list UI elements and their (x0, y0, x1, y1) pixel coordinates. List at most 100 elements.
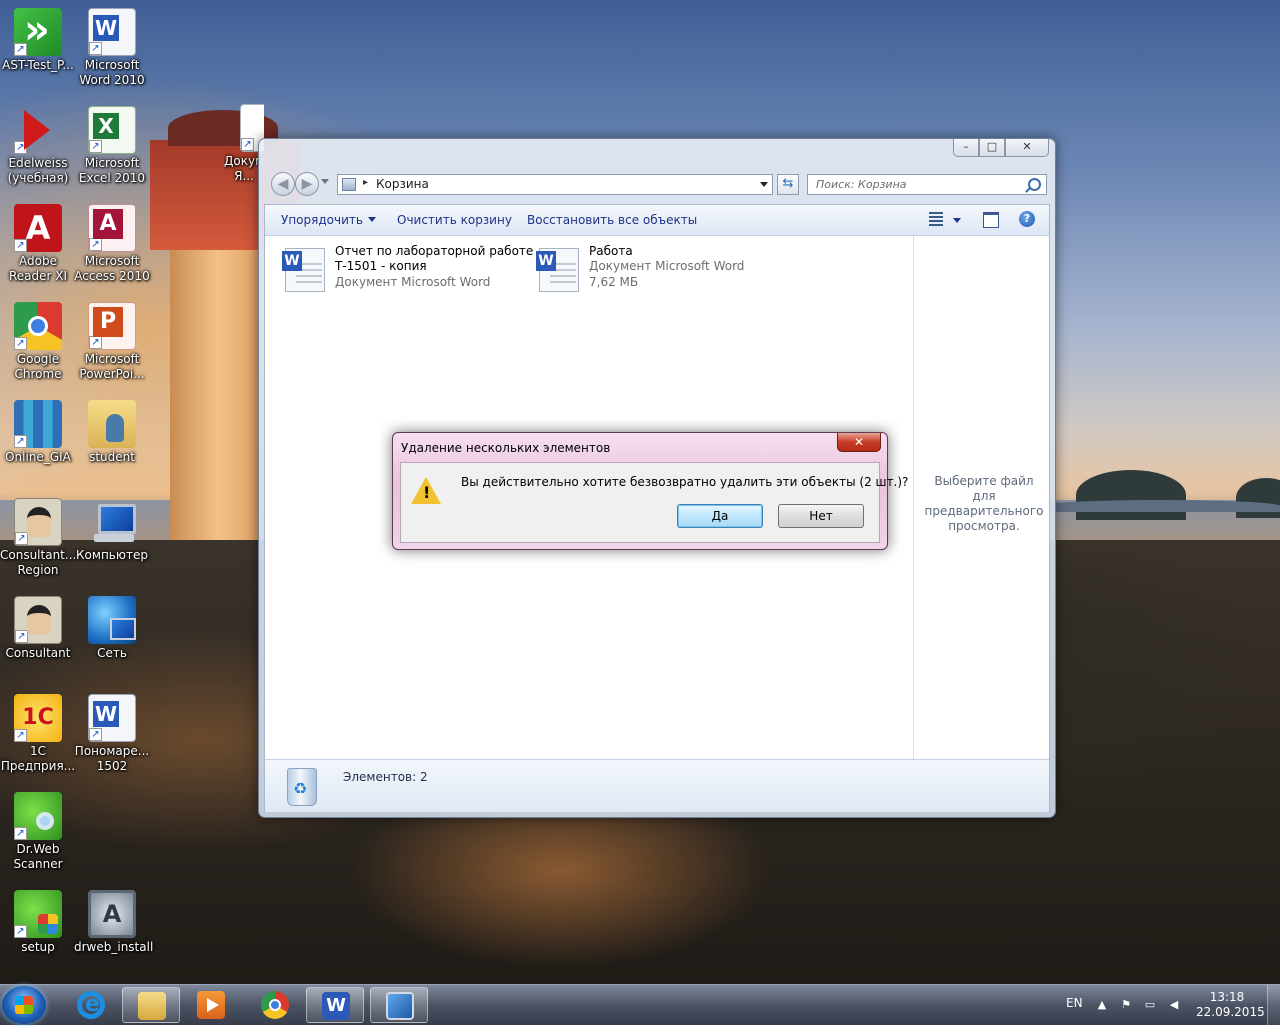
navigation-bar: ◀ ▶ ▸ Корзина ⇆ Поиск: Корзина (267, 171, 1051, 197)
restore-all-button[interactable]: Восстановить все объекты (527, 213, 697, 227)
back-button[interactable]: ◀ (271, 172, 295, 196)
breadcrumb-location[interactable]: Корзина (376, 177, 429, 191)
maximize-button[interactable]: □ (979, 139, 1005, 157)
dialog-close-button[interactable]: ✕ (837, 433, 881, 452)
desktop-icon-student[interactable]: student (74, 400, 150, 465)
wallpaper-island (1040, 500, 1280, 512)
desktop-icon-label: Microsoft Excel 2010 (78, 156, 146, 185)
preview-placeholder-text: Выберите файл для предварительного просм… (924, 474, 1044, 533)
power-icon[interactable]: ▭ (1144, 999, 1156, 1011)
organize-menu[interactable]: Упорядочить (281, 213, 376, 227)
wallpaper-island (1076, 470, 1186, 520)
minimize-button[interactable]: – (953, 139, 979, 157)
desktop-icon-ponomarev-doc[interactable]: ↗ Пономаре... 1502 (74, 694, 150, 774)
clock[interactable]: 13:18 22.09.2015 (1196, 990, 1265, 1020)
empty-bin-button[interactable]: Очистить корзину (397, 213, 512, 227)
desktop-icon-label: Microsoft PowerPoi... (79, 352, 145, 381)
search-input[interactable]: Поиск: Корзина (807, 174, 1047, 195)
word-icon: ↗ (88, 8, 136, 56)
file-size: 7,62 МБ (589, 275, 639, 289)
view-options-chevron-icon[interactable] (953, 218, 961, 223)
organize-label: Упорядочить (281, 213, 363, 227)
desktop-icon-label: Dr.Web Scanner (13, 842, 63, 871)
desktop-icon-network[interactable]: Сеть (74, 596, 150, 661)
desktop-icon-excel[interactable]: ↗ Microsoft Excel 2010 (74, 106, 150, 186)
drweb-install-icon (88, 890, 136, 938)
taskbar-word[interactable]: W (306, 987, 364, 1023)
file-name-line: Т-1501 - копия (335, 259, 427, 273)
folder-icon (138, 992, 166, 1020)
desktop-icon-word[interactable]: ↗ Microsoft Word 2010 (74, 8, 150, 88)
powerpoint-icon: ↗ (88, 302, 136, 350)
language-indicator[interactable]: EN (1066, 996, 1083, 1036)
preview-pane: Выберите файл для предварительного просм… (913, 236, 1049, 759)
start-button[interactable] (2, 986, 46, 1024)
desktop-icon-ast-test[interactable]: ↗ AST-Test_P... (0, 8, 76, 73)
item-count: Элементов: 2 (343, 770, 428, 784)
clock-date: 22.09.2015 (1196, 1005, 1265, 1019)
word-doc-icon: ↗ (88, 694, 136, 742)
close-button[interactable]: ✕ (1005, 139, 1049, 157)
file-type: Документ Microsoft Word (589, 259, 745, 273)
consultant-icon: ↗ (14, 498, 62, 546)
forward-button[interactable]: ▶ (295, 172, 319, 196)
desktop-icon-drweb-scanner[interactable]: ↗ Dr.Web Scanner (0, 792, 76, 872)
volume-icon[interactable]: ◀ (1168, 999, 1180, 1011)
chevron-down-icon (367, 217, 376, 222)
recent-pages-chevron-icon[interactable] (321, 179, 329, 184)
desktop-icon-drweb-install[interactable]: drweb_install (74, 890, 154, 955)
desktop-icon-setup[interactable]: ↗ setup (0, 890, 76, 955)
desktop-icon-label: Consultant (5, 646, 71, 660)
taskbar-internet-explorer[interactable] (62, 987, 120, 1023)
show-hidden-icons-icon[interactable]: ▲ (1096, 999, 1108, 1011)
address-dropdown-icon[interactable] (760, 182, 768, 187)
desktop-icon-1c[interactable]: ↗ 1С Предприя... (0, 694, 76, 774)
taskbar-remote-desktop[interactable] (370, 987, 428, 1023)
desktop-icon-label: Edelweiss (учебная) (7, 156, 69, 185)
desktop-icon-label: drweb_install (74, 940, 154, 954)
file-item-report[interactable]: Отчет по лабораторной работе Т-1501 - ко… (282, 244, 533, 300)
warning-icon (411, 477, 441, 504)
desktop-icon-consultant-region[interactable]: ↗ Consultant... Region (0, 498, 76, 578)
desktop-icon-chrome[interactable]: ↗ Google Chrome (0, 302, 76, 382)
file-name: Отчет по лабораторной работе Т-1501 - ко… (335, 244, 533, 274)
desktop-icon-access[interactable]: ↗ Microsoft Access 2010 (74, 204, 150, 284)
preview-pane-icon[interactable] (983, 212, 999, 228)
desktop-icon-consultant[interactable]: ↗ Consultant (0, 596, 76, 661)
desktop-icon-edelweiss[interactable]: ↗ Edelweiss (учебная) (0, 106, 76, 186)
desktop-icon-adobe-reader[interactable]: ↗ Adobe Reader XI (0, 204, 76, 284)
window-controls: – □ ✕ (953, 139, 1049, 159)
file-name-line: Отчет по лабораторной работе (335, 244, 534, 258)
taskbar-file-explorer[interactable] (122, 987, 180, 1023)
change-view-icon[interactable] (929, 212, 943, 226)
desktop-icon-powerpoint[interactable]: ↗ Microsoft PowerPoi... (74, 302, 150, 382)
help-icon[interactable]: ? (1019, 211, 1035, 227)
file-type: Документ Microsoft Word (335, 275, 491, 289)
desktop-icon-label: Adobe Reader XI (8, 254, 68, 283)
forward-arrow-icon: ▶ (301, 176, 313, 192)
desktop-icon-computer[interactable]: Компьютер (74, 498, 150, 563)
edelweiss-icon: ↗ (14, 106, 62, 154)
media-player-icon (197, 991, 225, 1019)
1c-icon: ↗ (14, 694, 62, 742)
drweb-scanner-icon: ↗ (14, 792, 62, 840)
desktop-icon-label: 1С Предприя... (0, 744, 76, 773)
refresh-button[interactable]: ⇆ (777, 174, 799, 195)
show-desktop-button[interactable] (1267, 985, 1280, 1025)
word-icon: W (322, 992, 350, 1020)
taskbar-chrome[interactable] (246, 987, 304, 1023)
file-item-rabota[interactable]: Работа Документ Microsoft Word 7,62 МБ (536, 244, 759, 300)
action-center-flag-icon[interactable]: ⚑ (1120, 999, 1132, 1011)
breadcrumb-separator-icon[interactable]: ▸ (363, 177, 368, 188)
address-bar[interactable]: ▸ Корзина (337, 174, 773, 195)
no-button[interactable]: Нет (778, 504, 864, 528)
desktop-icon-label: Microsoft Word 2010 (79, 58, 145, 87)
search-placeholder: Поиск: Корзина (816, 178, 907, 191)
desktop-icon-online-gia[interactable]: ↗ Online_GIA (0, 400, 76, 465)
chrome-icon: ↗ (14, 302, 62, 350)
yes-button[interactable]: Да (677, 504, 763, 528)
taskbar-media-player[interactable] (182, 987, 240, 1023)
desktop-icon-label: Компьютер (76, 548, 148, 562)
search-icon[interactable] (1028, 178, 1041, 191)
desktop-icon-label: Пономаре... 1502 (74, 744, 150, 773)
